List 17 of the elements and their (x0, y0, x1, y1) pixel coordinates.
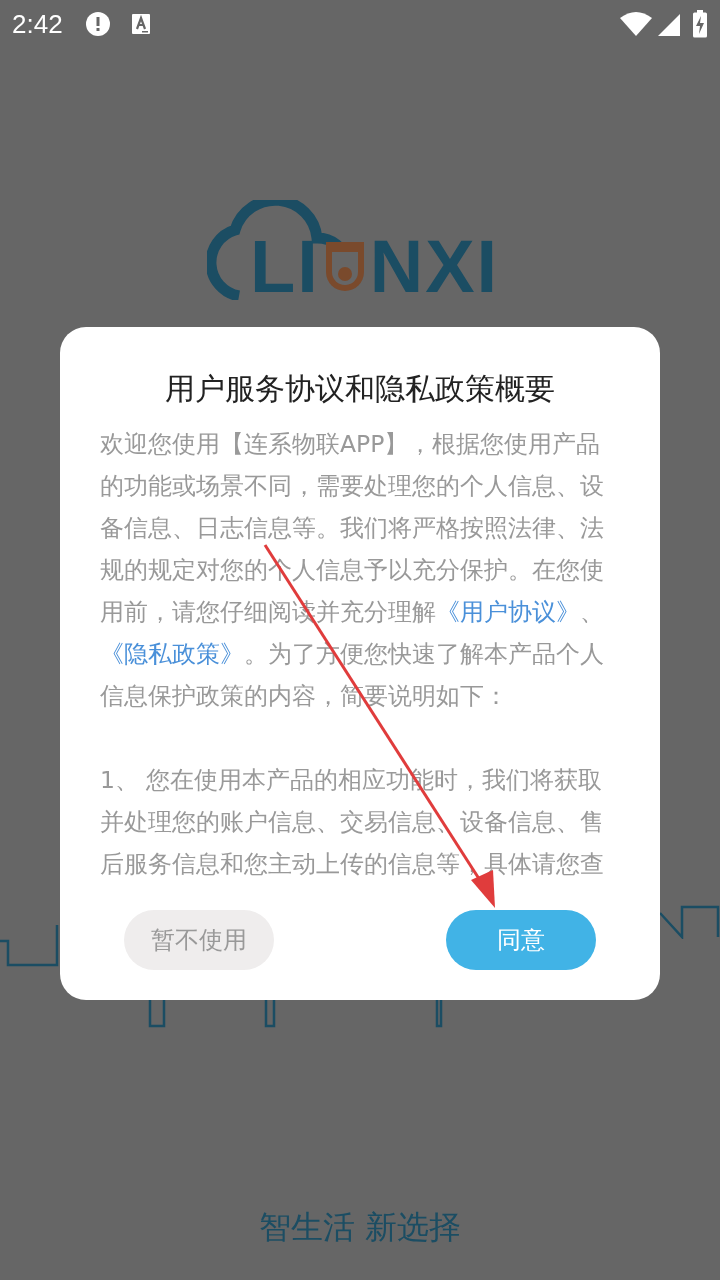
dialog-title: 用户服务协议和隐私政策概要 (164, 370, 556, 408)
building-drawing (148, 998, 166, 1028)
building-drawing (435, 998, 443, 1028)
decline-button[interactable]: 暂不使用 (124, 910, 274, 970)
agreement-link[interactable]: 《隐私政策》 (100, 640, 244, 668)
agreement-link[interactable]: 《用户协议》 (436, 598, 580, 626)
signal-icon (658, 12, 682, 36)
status-time: 2:42 (12, 8, 63, 40)
alert-icon (84, 11, 111, 37)
agree-button[interactable]: 同意 (446, 910, 596, 970)
wifi-icon (620, 12, 652, 36)
slogan: 智生活 新选择 (258, 1207, 462, 1248)
building-drawing (264, 998, 276, 1028)
battery-icon (692, 10, 708, 38)
logo-text: NXI (369, 236, 500, 298)
logo-text: LI (250, 236, 320, 298)
skyline-drawing (660, 905, 720, 939)
